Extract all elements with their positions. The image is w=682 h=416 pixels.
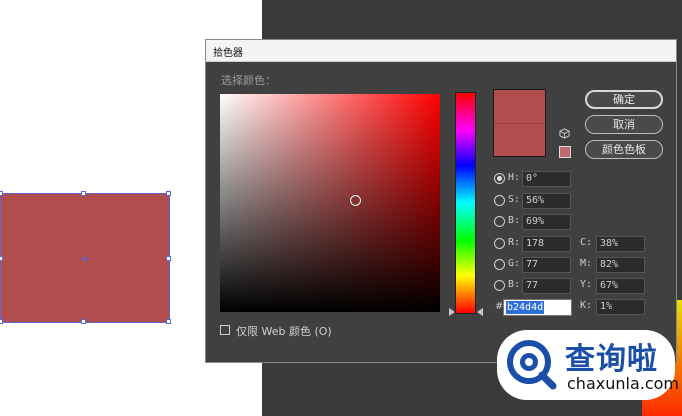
label-yellow: Y:: [580, 279, 593, 290]
field-row-red: R: 178: [494, 236, 574, 252]
label-cyan: C:: [580, 237, 593, 248]
resize-handle-ml[interactable]: [0, 256, 3, 261]
hue-slider-arrow-left[interactable]: [449, 308, 455, 316]
dialog-title: 拾色器: [213, 48, 243, 59]
resize-handle-tm[interactable]: [81, 191, 86, 196]
input-saturation[interactable]: 56%: [522, 193, 571, 209]
watermark-brand: 查询啦: [565, 342, 658, 377]
label-green: G:: [508, 258, 521, 269]
field-row-saturation: S: 56%: [494, 193, 574, 209]
label-black: K:: [580, 300, 593, 311]
input-yellow[interactable]: 67%: [596, 278, 645, 294]
radio-hue[interactable]: [494, 173, 505, 184]
label-blue: B:: [508, 279, 521, 290]
color-swatches-button[interactable]: 颜色色板: [585, 140, 663, 159]
hex-input[interactable]: b24d4d: [503, 299, 572, 316]
resize-handle-tr[interactable]: [166, 191, 171, 196]
label-red: R:: [508, 237, 521, 248]
cancel-button[interactable]: 取消: [585, 115, 663, 134]
color-picker-dialog: 拾色器 选择颜色： 确定 取消 颜色色板 H: 0° S: 56% B: 69%…: [205, 39, 677, 363]
input-blue[interactable]: 77: [522, 278, 571, 294]
color-preview-swatch: [493, 89, 546, 157]
resize-handle-bl[interactable]: [0, 319, 3, 324]
field-row-magenta: M: 82%: [580, 257, 670, 273]
field-row-brightness: B: 69%: [494, 214, 574, 230]
color-picker-cursor[interactable]: [350, 195, 361, 206]
label-saturation: S:: [508, 194, 521, 205]
web-only-label: 仅限 Web 颜色 (O): [236, 325, 332, 338]
label-brightness: B:: [508, 215, 521, 226]
hue-slider[interactable]: [455, 92, 476, 314]
saturation-brightness-field[interactable]: [220, 94, 440, 312]
resize-handle-bm[interactable]: [81, 319, 86, 324]
hex-value-selected: b24d4d: [506, 301, 545, 314]
input-cyan[interactable]: 38%: [596, 236, 645, 252]
selected-rectangle[interactable]: [0, 191, 171, 324]
resize-handle-br[interactable]: [166, 319, 171, 324]
radio-red[interactable]: [494, 238, 505, 249]
input-red[interactable]: 178: [522, 236, 571, 252]
radio-blue[interactable]: [494, 280, 505, 291]
ok-button[interactable]: 确定: [585, 90, 663, 109]
field-row-cyan: C: 38%: [580, 236, 670, 252]
field-row-green: G: 77: [494, 257, 574, 273]
input-hue[interactable]: 0°: [522, 171, 571, 187]
input-brightness[interactable]: 69%: [522, 214, 571, 230]
label-magenta: M:: [580, 258, 593, 269]
resize-handle-tl[interactable]: [0, 191, 3, 196]
magnifier-logo-icon: [507, 340, 557, 390]
select-color-label: 选择颜色：: [221, 74, 276, 87]
watermark-url: chaxunla.com: [567, 374, 679, 393]
radio-brightness[interactable]: [494, 216, 505, 227]
field-row-yellow: Y: 67%: [580, 278, 670, 294]
cube-icon[interactable]: [559, 128, 570, 139]
input-magenta[interactable]: 82%: [596, 257, 645, 273]
resize-handle-mr[interactable]: [166, 256, 171, 261]
field-row-blue: B: 77: [494, 278, 574, 294]
new-color-preview: [494, 90, 545, 123]
web-only-checkbox[interactable]: [220, 325, 230, 335]
current-color-preview[interactable]: [494, 123, 545, 156]
center-point: [83, 257, 87, 261]
websafe-color-swatch[interactable]: [559, 146, 571, 158]
radio-green[interactable]: [494, 259, 505, 270]
hue-slider-arrow-right[interactable]: [477, 308, 483, 316]
radio-saturation[interactable]: [494, 195, 505, 206]
label-hue: H:: [508, 172, 521, 183]
input-green[interactable]: 77: [522, 257, 571, 273]
field-row-hue: H: 0°: [494, 171, 574, 187]
watermark-badge: 查询啦 chaxunla.com: [497, 330, 679, 400]
input-black[interactable]: 1%: [596, 299, 645, 315]
dialog-titlebar[interactable]: 拾色器: [206, 40, 676, 62]
field-row-black: K: 1%: [580, 299, 670, 315]
